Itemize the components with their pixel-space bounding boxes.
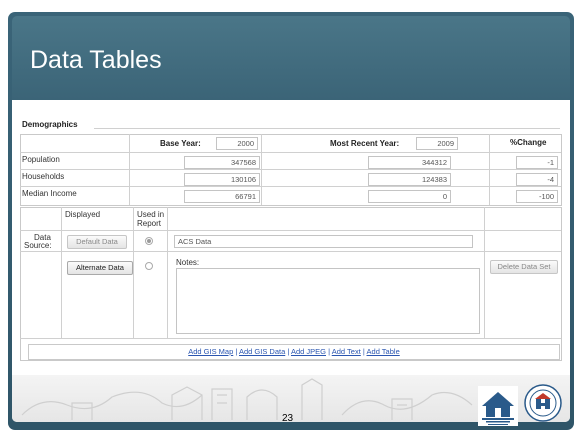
default-data-radio[interactable] — [145, 237, 153, 245]
slide-title: Data Tables — [30, 46, 162, 74]
alternate-data-button[interactable]: Alternate Data — [67, 261, 133, 275]
grid-line — [133, 207, 134, 338]
income-recent-input[interactable]: 0 — [368, 190, 451, 203]
hud-seal-icon — [524, 384, 562, 422]
section-divider — [94, 128, 560, 129]
row-label-population: Population — [22, 155, 60, 164]
grid-line — [484, 207, 485, 338]
grid-line — [129, 134, 130, 205]
income-change-input[interactable]: -100 — [516, 190, 558, 203]
demographics-table — [20, 134, 562, 206]
households-recent-input[interactable]: 124383 — [368, 173, 451, 186]
delete-data-set-button[interactable]: Delete Data Set — [490, 260, 558, 274]
base-year-label: Base Year: — [160, 139, 201, 148]
add-gis-map-link[interactable]: Add GIS Map — [188, 347, 233, 356]
add-text-link[interactable]: Add Text — [332, 347, 361, 356]
page-number: 23 — [282, 413, 294, 424]
notes-textarea[interactable] — [176, 268, 480, 334]
default-data-button[interactable]: Default Data — [67, 235, 127, 249]
grid-line — [20, 251, 561, 252]
recent-year-label: Most Recent Year: — [330, 139, 400, 148]
data-source-input[interactable]: ACS Data — [174, 235, 473, 248]
notes-label: Notes: — [176, 258, 200, 267]
population-recent-input[interactable]: 344312 — [368, 156, 451, 169]
col-used-line2: Report — [137, 219, 162, 228]
add-links-bar: Add GIS Map | Add GIS Data | Add JPEG | … — [28, 344, 560, 360]
community-planning-logo-icon — [478, 386, 518, 426]
slide: Data Tables Demographics Base Year: 2000… — [0, 0, 582, 437]
grid-line — [20, 186, 561, 187]
add-jpeg-link[interactable]: Add JPEG — [291, 347, 326, 356]
grid-line — [20, 169, 561, 170]
change-label: %Change — [510, 138, 547, 147]
alternate-data-radio[interactable] — [145, 262, 153, 270]
grid-line — [167, 207, 168, 338]
add-gis-data-link[interactable]: Add GIS Data — [239, 347, 285, 356]
grid-line — [20, 152, 561, 153]
income-base-input[interactable]: 66791 — [184, 190, 260, 203]
link-separator: | — [235, 347, 238, 356]
grid-line — [261, 134, 262, 205]
data-table-form: Demographics Base Year: 2000 Most Recent… — [18, 108, 564, 376]
link-separator: | — [362, 347, 365, 356]
grid-line — [20, 230, 561, 231]
col-used-line1: Used in — [137, 210, 165, 219]
col-displayed: Displayed — [65, 210, 101, 219]
recent-year-input[interactable]: 2009 — [416, 137, 458, 150]
base-year-input[interactable]: 2000 — [216, 137, 258, 150]
population-change-input[interactable]: -1 — [516, 156, 558, 169]
population-base-input[interactable]: 347568 — [184, 156, 260, 169]
households-base-input[interactable]: 130106 — [184, 173, 260, 186]
link-separator: | — [287, 347, 290, 356]
section-title: Demographics — [22, 120, 78, 129]
row-label-median-income: Median Income — [22, 189, 77, 198]
households-change-input[interactable]: -4 — [516, 173, 558, 186]
grid-line — [61, 207, 62, 338]
row-label-households: Households — [22, 172, 65, 181]
grid-line — [20, 338, 561, 339]
add-table-link[interactable]: Add Table — [367, 347, 400, 356]
link-separator: | — [328, 347, 331, 356]
grid-line — [489, 134, 490, 205]
data-source-label-line2: Source: — [24, 241, 52, 250]
